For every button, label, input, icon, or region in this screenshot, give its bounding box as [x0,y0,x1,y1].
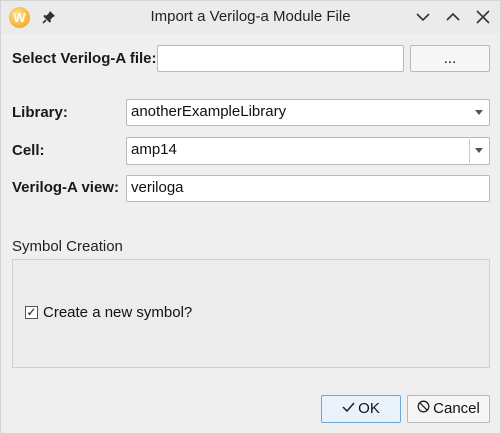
library-select[interactable]: anotherExampleLibrary [126,99,490,126]
chevron-down-icon [475,110,483,115]
symbol-creation-title: Symbol Creation [12,238,123,255]
cell-value: amp14 [131,141,177,158]
browse-button[interactable]: ... [410,45,490,72]
create-symbol-checkbox[interactable]: ✓ [25,306,38,319]
cancel-label: Cancel [433,400,480,417]
create-symbol-label[interactable]: Create a new symbol? [43,304,192,321]
view-name-input[interactable]: veriloga [126,175,490,202]
close-icon[interactable] [472,7,494,27]
chevron-down-icon[interactable] [475,148,483,153]
library-label: Library: [12,104,68,121]
ok-label: OK [358,400,380,417]
library-value: anotherExampleLibrary [131,103,287,120]
file-label: Select Verilog-A file: [12,50,157,67]
cell-combobox[interactable]: amp14 [126,137,490,165]
ok-button[interactable]: OK [321,395,401,423]
check-icon [342,396,355,422]
title-bar: W Import a Verilog-a Module File [1,1,500,34]
combo-divider [469,139,470,163]
cell-label: Cell: [12,142,45,159]
cancel-icon [417,396,430,422]
file-path-input[interactable] [157,45,404,72]
view-label: Verilog-A view: [12,179,119,196]
maximize-icon[interactable] [442,7,464,27]
import-dialog: W Import a Verilog-a Module File Select … [0,0,501,434]
minimize-icon[interactable] [412,7,434,27]
cancel-button[interactable]: Cancel [407,395,490,423]
